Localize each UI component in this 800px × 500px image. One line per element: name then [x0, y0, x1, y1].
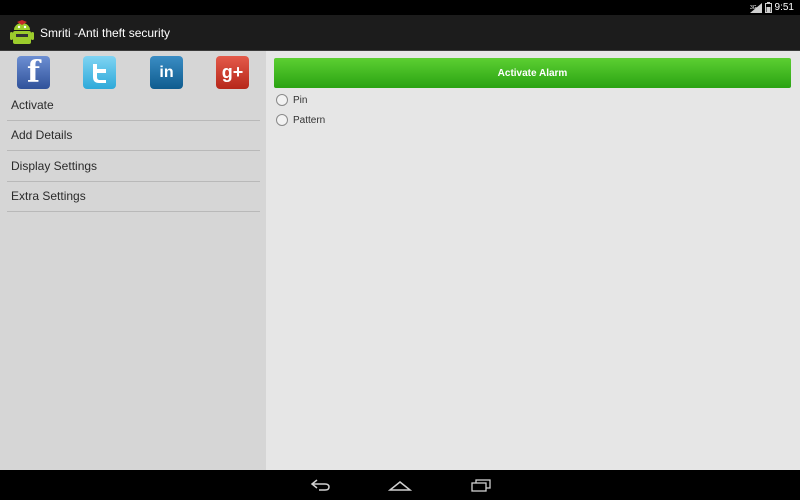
linkedin-icon[interactable]: in [150, 56, 183, 89]
app-launcher-icon[interactable] [8, 19, 36, 47]
recent-apps-icon [471, 479, 491, 492]
home-button[interactable] [387, 475, 413, 495]
main-panel: Activate Alarm Pin Pattern [266, 51, 800, 470]
status-icons: 3G 9:51 [749, 1, 794, 14]
content-area: f in g+ Activate Add Details Display Set… [0, 51, 800, 470]
radio-option-pattern[interactable]: Pattern [276, 114, 325, 126]
menu-item-display-settings[interactable]: Display Settings [7, 151, 260, 182]
radio-label-pin: Pin [293, 94, 308, 106]
signal-label: 3G [750, 5, 757, 11]
linkedin-glyph: in [159, 63, 174, 81]
menu-item-activate[interactable]: Activate [7, 90, 260, 121]
facebook-icon[interactable]: f [17, 55, 50, 90]
status-time: 9:51 [774, 2, 794, 13]
back-icon [310, 479, 330, 491]
social-share-row: f in g+ [0, 55, 266, 90]
signal-icon: 3G [749, 2, 762, 13]
twitter-glyph [92, 63, 106, 83]
radio-button-pattern[interactable] [276, 114, 288, 126]
sidebar: f in g+ Activate Add Details Display Set… [0, 51, 266, 470]
facebook-glyph: f [27, 55, 40, 90]
google-plus-glyph: g+ [221, 62, 244, 82]
home-icon [388, 481, 412, 491]
menu-item-label: Activate [11, 97, 54, 112]
radio-option-pin[interactable]: Pin [276, 94, 307, 106]
app-title: Smriti -Anti theft security [40, 25, 171, 40]
menu-item-label: Add Details [11, 128, 73, 143]
status-bar: 3G 9:51 [0, 0, 800, 15]
menu-item-add-details[interactable]: Add Details [7, 121, 260, 151]
twitter-icon[interactable] [83, 56, 116, 89]
radio-label-pattern: Pattern [293, 114, 326, 126]
activate-alarm-button[interactable]: Activate Alarm [274, 58, 791, 88]
back-button[interactable] [307, 475, 333, 495]
radio-button-pin[interactable] [276, 94, 288, 106]
menu-item-label: Display Settings [11, 158, 98, 173]
google-plus-icon[interactable]: g+ [216, 56, 249, 89]
settings-menu: Activate Add Details Display Settings Ex… [7, 90, 260, 212]
recent-apps-button[interactable] [468, 475, 494, 495]
menu-item-label: Extra Settings [11, 189, 86, 204]
action-bar: Smriti -Anti theft security [0, 15, 800, 51]
menu-item-extra-settings[interactable]: Extra Settings [7, 182, 260, 212]
battery-icon [764, 2, 772, 13]
navigation-bar [0, 470, 800, 500]
